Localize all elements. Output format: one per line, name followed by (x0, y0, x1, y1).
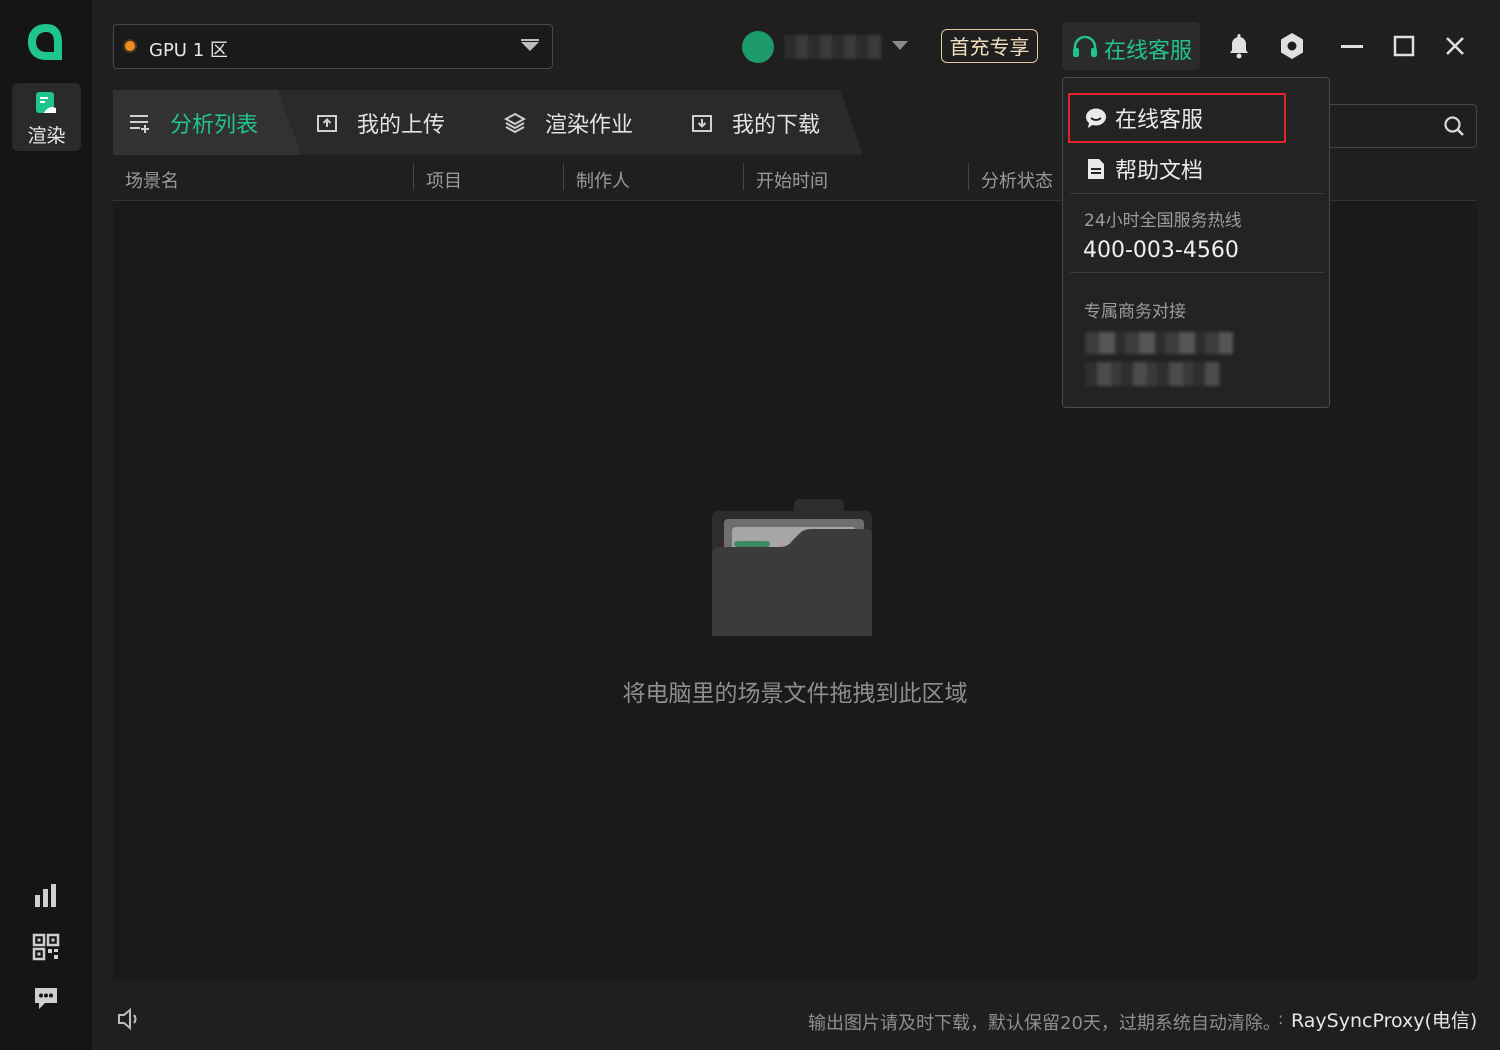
bar-chart-icon[interactable] (31, 881, 61, 911)
bell-icon[interactable] (1224, 31, 1254, 61)
menu-item-label: 帮助文档 (1115, 159, 1204, 184)
chat-icon[interactable] (31, 983, 61, 1013)
footer-separator: : (1278, 1009, 1284, 1028)
chat-bubble-icon (1086, 108, 1106, 128)
sidebar-item-label: 渲染 (27, 125, 66, 147)
proxy-status[interactable]: RaySyncProxy(电信) (1291, 1006, 1477, 1033)
tab-my-uploads[interactable]: 我的上传 (315, 90, 445, 155)
folder-icon (712, 499, 872, 636)
first-charge-button[interactable]: 首充专享 (941, 29, 1038, 63)
document-icon (1088, 159, 1104, 179)
business-contact-phone-blurred (1085, 362, 1220, 386)
column-header-status[interactable]: 分析状态 (981, 167, 1053, 193)
region-label: GPU 1 区 (149, 40, 228, 61)
layers-icon (503, 112, 527, 133)
app-logo-icon (28, 24, 62, 60)
column-divider[interactable] (563, 163, 564, 190)
download-icon (692, 114, 712, 132)
tab-label: 渲染作业 (545, 112, 634, 138)
column-divider[interactable] (413, 163, 414, 190)
list-icon (130, 114, 149, 133)
region-select[interactable]: GPU 1 区 (113, 24, 553, 69)
user-menu-chevron-icon[interactable] (892, 40, 908, 52)
retention-notice: 输出图片请及时下载，默认保留20天，过期系统自动清除。 (808, 1013, 1281, 1034)
upload-icon (317, 114, 337, 132)
speaker-icon[interactable] (116, 1006, 142, 1032)
hotline-caption: 24小时全国服务热线 (1084, 211, 1242, 231)
tab-label: 我的下载 (732, 112, 821, 138)
tab-label: 我的上传 (357, 112, 446, 138)
business-contact-name-blurred (1085, 332, 1233, 354)
search-icon[interactable] (1442, 114, 1466, 138)
online-support-label: 在线客服 (1104, 39, 1193, 64)
render-icon (36, 92, 56, 113)
column-divider[interactable] (968, 163, 969, 190)
avatar[interactable] (742, 31, 774, 63)
tab-my-downloads[interactable]: 我的下载 (690, 90, 820, 155)
search-input[interactable] (1330, 104, 1477, 148)
column-header-start-time[interactable]: 开始时间 (756, 167, 828, 193)
settings-icon[interactable] (1277, 31, 1307, 61)
close-icon[interactable] (1440, 31, 1470, 61)
tab-analysis-list[interactable]: 分析列表 (128, 90, 258, 155)
column-divider[interactable] (743, 163, 744, 190)
tab-render-jobs[interactable]: 渲染作业 (503, 90, 633, 155)
menu-item-help-docs[interactable]: 帮助文档 (1085, 153, 1203, 185)
business-caption: 专属商务对接 (1084, 302, 1186, 322)
headset-icon (1073, 35, 1097, 57)
chevron-down-icon (521, 39, 539, 51)
sidebar-item-render[interactable]: 渲染 (12, 83, 81, 151)
hotline-number: 400-003-4560 (1083, 238, 1239, 263)
status-bar (92, 981, 1500, 1050)
menu-item-label: 在线客服 (1115, 108, 1204, 133)
online-support-button[interactable]: 在线客服 (1062, 22, 1200, 70)
minimize-icon[interactable] (1337, 31, 1367, 61)
empty-state-text: 将电脑里的场景文件拖拽到此区域 (622, 681, 968, 707)
maximize-icon[interactable] (1389, 31, 1419, 61)
column-header-project[interactable]: 项目 (426, 167, 462, 193)
qr-code-icon[interactable] (31, 932, 61, 962)
tab-label: 分析列表 (170, 112, 259, 138)
menu-divider (1070, 193, 1324, 194)
region-status-dot (125, 41, 135, 51)
column-header-author[interactable]: 制作人 (576, 167, 630, 193)
menu-divider (1070, 272, 1324, 273)
username-blurred[interactable] (784, 35, 882, 59)
menu-item-online-support[interactable]: 在线客服 (1085, 102, 1203, 134)
column-header-scene[interactable]: 场景名 (125, 167, 179, 193)
